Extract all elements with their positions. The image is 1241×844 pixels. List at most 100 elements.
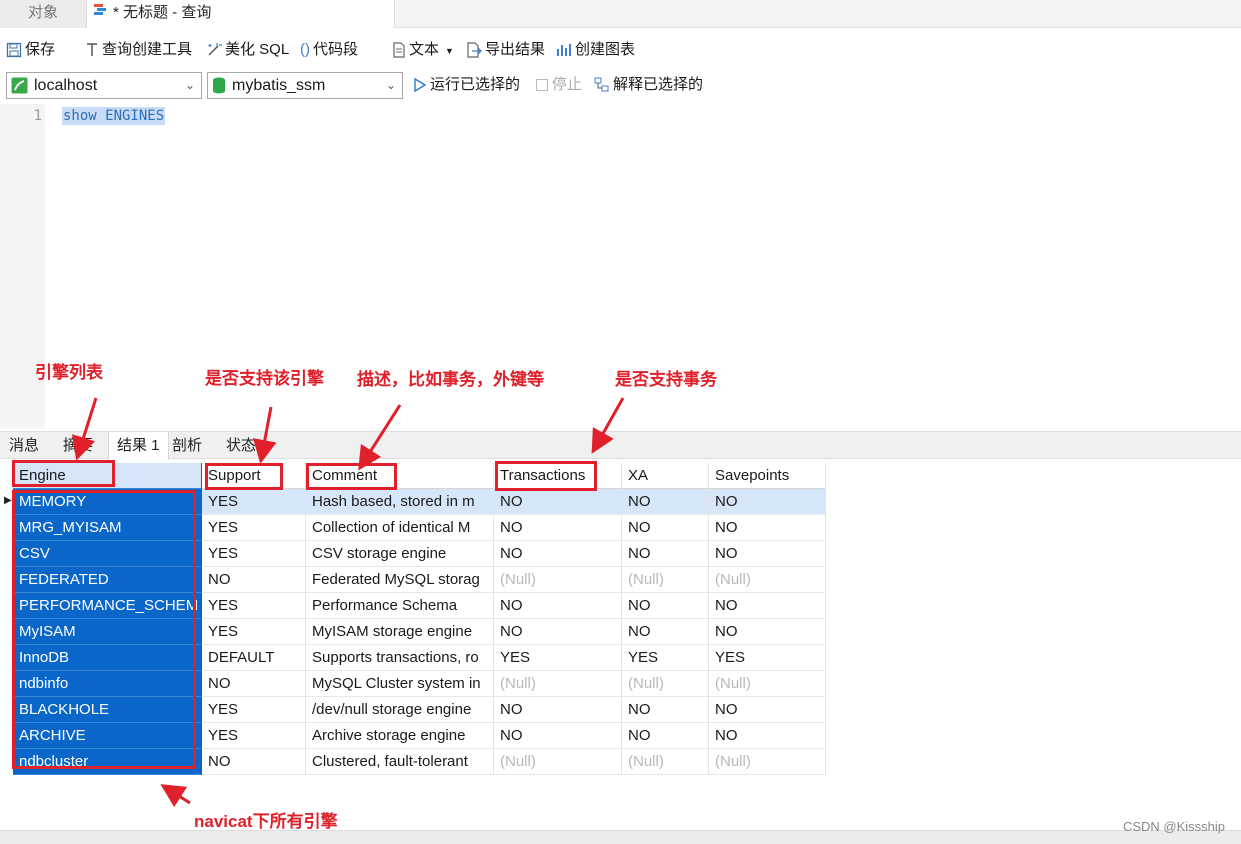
save-icon xyxy=(6,42,22,58)
export-icon xyxy=(467,42,482,58)
cell-savepoints[interactable]: NO xyxy=(709,697,826,723)
watermark: CSDN @Kissship xyxy=(1122,819,1225,834)
cell-xa[interactable]: NO xyxy=(622,515,709,541)
cell-xa[interactable]: NO xyxy=(622,697,709,723)
cell-xa[interactable]: NO xyxy=(622,489,709,515)
cell-xa[interactable]: (Null) xyxy=(622,567,709,593)
cell-transactions[interactable]: (Null) xyxy=(494,749,622,775)
cell-savepoints[interactable]: (Null) xyxy=(709,749,826,775)
cell-transactions[interactable]: NO xyxy=(494,619,622,645)
connection-select[interactable]: localhost ⌄ xyxy=(6,72,202,99)
code-snippet-button[interactable]: () 代码段 xyxy=(300,33,358,67)
tab-summary[interactable]: 摘要 xyxy=(63,432,93,460)
engine-list-highlight xyxy=(12,490,196,769)
cell-comment[interactable]: Hash based, stored in m xyxy=(306,489,494,515)
cell-comment[interactable]: Performance Schema xyxy=(306,593,494,619)
tab-profile[interactable]: 剖析 xyxy=(172,432,202,460)
tab-query[interactable]: * 无标题 - 查询 xyxy=(87,0,395,28)
cell-xa[interactable]: (Null) xyxy=(622,671,709,697)
cell-xa[interactable]: NO xyxy=(622,619,709,645)
database-select[interactable]: mybatis_ssm ⌄ xyxy=(207,72,403,99)
annotation-all-engines: navicat下所有引擎 xyxy=(194,812,338,831)
cell-transactions[interactable]: NO xyxy=(494,593,622,619)
cell-support[interactable]: DEFAULT xyxy=(202,645,306,671)
cell-comment[interactable]: CSV storage engine xyxy=(306,541,494,567)
current-row-marker-icon: ▶ xyxy=(4,495,12,506)
cell-comment[interactable]: Federated MySQL storag xyxy=(306,567,494,593)
explain-selected-label: 解释已选择的 xyxy=(613,76,704,93)
cell-transactions[interactable]: NO xyxy=(494,697,622,723)
support-header-highlight xyxy=(205,463,283,490)
cell-comment[interactable]: MySQL Cluster system in xyxy=(306,671,494,697)
cell-support[interactable]: YES xyxy=(202,541,306,567)
cell-support[interactable]: YES xyxy=(202,723,306,749)
explain-selected-button[interactable]: 解释已选择的 xyxy=(594,68,703,102)
cell-transactions[interactable]: (Null) xyxy=(494,567,622,593)
cell-xa[interactable]: YES xyxy=(622,645,709,671)
cell-xa[interactable]: NO xyxy=(622,723,709,749)
tab-messages[interactable]: 消息 xyxy=(9,432,39,460)
tab-status[interactable]: 状态 xyxy=(226,432,256,460)
column-header-xa[interactable]: XA xyxy=(622,463,709,489)
cell-comment[interactable]: /dev/null storage engine xyxy=(306,697,494,723)
cell-support[interactable]: YES xyxy=(202,697,306,723)
cell-savepoints[interactable]: NO xyxy=(709,593,826,619)
cell-support[interactable]: YES xyxy=(202,593,306,619)
query-builder-icon xyxy=(87,43,97,57)
sql-code[interactable]: show ENGINES xyxy=(62,107,166,125)
tab-bar: 对象 * 无标题 - 查询 xyxy=(0,0,1241,28)
cell-transactions[interactable]: NO xyxy=(494,541,622,567)
cell-comment[interactable]: Supports transactions, ro xyxy=(306,645,494,671)
chart-icon xyxy=(557,44,571,57)
cell-support[interactable]: YES xyxy=(202,489,306,515)
comment-header-highlight xyxy=(306,463,397,490)
stop-button[interactable]: 停止 xyxy=(535,68,582,102)
cell-transactions[interactable]: NO xyxy=(494,723,622,749)
cell-xa[interactable]: (Null) xyxy=(622,749,709,775)
parentheses-icon: () xyxy=(300,41,310,58)
cell-comment[interactable]: Archive storage engine xyxy=(306,723,494,749)
database-icon xyxy=(213,77,225,94)
cell-transactions[interactable]: NO xyxy=(494,515,622,541)
run-selected-button[interactable]: 运行已选择的 xyxy=(413,68,520,102)
cell-transactions[interactable]: (Null) xyxy=(494,671,622,697)
document-icon xyxy=(393,42,405,58)
cell-support[interactable]: NO xyxy=(202,671,306,697)
query-builder-label: 查询创建工具 xyxy=(102,41,193,58)
cell-support[interactable]: YES xyxy=(202,619,306,645)
cell-xa[interactable]: NO xyxy=(622,593,709,619)
annotation-support: 是否支持该引擎 xyxy=(205,369,324,388)
beautify-sql-button[interactable]: 美化 SQL xyxy=(206,33,289,67)
cell-support[interactable]: NO xyxy=(202,749,306,775)
run-selected-label: 运行已选择的 xyxy=(430,76,521,93)
tab-objects[interactable]: 对象 xyxy=(0,0,87,28)
magic-wand-icon xyxy=(208,43,222,56)
cell-savepoints[interactable]: (Null) xyxy=(709,567,826,593)
cell-savepoints[interactable]: YES xyxy=(709,645,826,671)
cell-savepoints[interactable]: NO xyxy=(709,541,826,567)
cell-savepoints[interactable]: NO xyxy=(709,723,826,749)
cell-comment[interactable]: Collection of identical M xyxy=(306,515,494,541)
cell-savepoints[interactable]: NO xyxy=(709,515,826,541)
cell-savepoints[interactable]: NO xyxy=(709,489,826,515)
query-builder-button[interactable]: 查询创建工具 xyxy=(85,33,192,67)
arrow-all-engines xyxy=(160,784,191,808)
line-number: 1 xyxy=(33,108,42,124)
cell-savepoints[interactable]: NO xyxy=(709,619,826,645)
cell-savepoints[interactable]: (Null) xyxy=(709,671,826,697)
export-result-button[interactable]: 导出结果 xyxy=(466,33,545,67)
cell-transactions[interactable]: NO xyxy=(494,489,622,515)
column-header-savepoints[interactable]: Savepoints xyxy=(709,463,826,489)
cell-support[interactable]: NO xyxy=(202,567,306,593)
save-button[interactable]: 保存 xyxy=(6,33,55,67)
cell-comment[interactable]: MyISAM storage engine xyxy=(306,619,494,645)
cell-comment[interactable]: Clustered, fault-tolerant xyxy=(306,749,494,775)
cell-xa[interactable]: NO xyxy=(622,541,709,567)
create-chart-button[interactable]: 创建图表 xyxy=(556,33,635,67)
tab-result-1[interactable]: 结果 1 xyxy=(108,432,169,460)
stop-icon xyxy=(536,79,548,92)
cell-transactions[interactable]: YES xyxy=(494,645,622,671)
cell-support[interactable]: YES xyxy=(202,515,306,541)
annotation-transactions: 是否支持事务 xyxy=(615,370,717,389)
text-mode-button[interactable]: 文本 ▼ xyxy=(392,33,454,67)
